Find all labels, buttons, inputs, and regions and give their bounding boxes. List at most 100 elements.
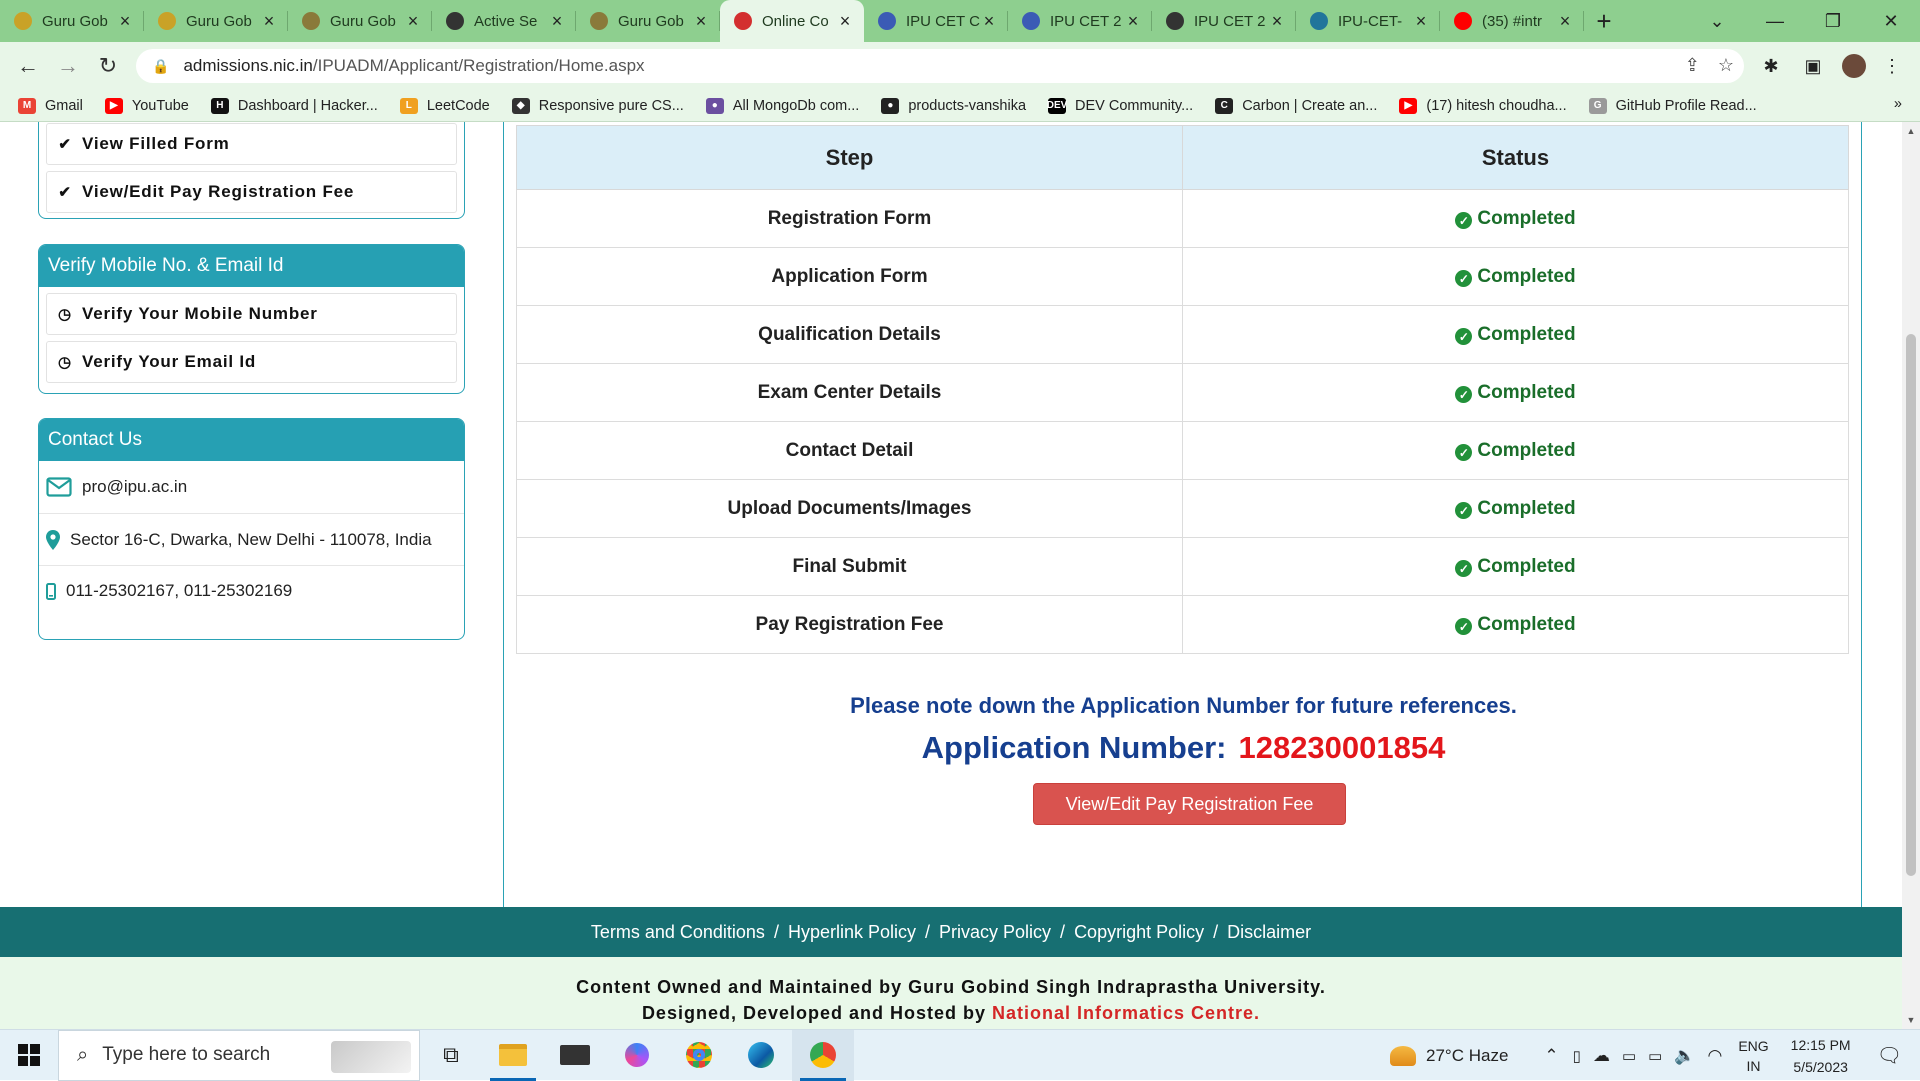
bookmark-favicon-icon: ▶	[1399, 97, 1418, 114]
language-indicator[interactable]: ENG IN	[1738, 1036, 1768, 1076]
form-actions-card: ✔ View Filled Form ✔ View/Edit Pay Regis…	[38, 122, 465, 219]
tab-close-icon[interactable]: ×	[692, 11, 710, 32]
bookmark-label: LeetCode	[426, 97, 490, 114]
browser-tab[interactable]: IPU CET C ×	[864, 0, 1008, 42]
tray-overflow-icon[interactable]: ⌃	[1544, 1046, 1558, 1066]
bookmark-item[interactable]: ◆ Responsive pure CS...	[511, 97, 684, 114]
browser-tab[interactable]: Guru Gob ×	[576, 0, 720, 42]
extensions-icon[interactable]: ✱	[1755, 50, 1787, 82]
verify-mobile-label: Verify Your Mobile Number	[82, 304, 318, 323]
share-icon[interactable]: ⇪	[1685, 55, 1700, 76]
bookmark-favicon-icon: H	[210, 97, 229, 114]
tab-close-icon[interactable]: ×	[1556, 11, 1574, 32]
footer-link[interactable]: Privacy Policy	[939, 922, 1051, 943]
tab-close-icon[interactable]: ×	[404, 11, 422, 32]
chrome-profile-icon[interactable]	[792, 1029, 854, 1081]
display-icon[interactable]: ▭	[1622, 1047, 1636, 1065]
browser-tab[interactable]: IPU CET 2 ×	[1008, 0, 1152, 42]
bookmark-item[interactable]: ▶ YouTube	[104, 97, 189, 114]
application-number-note: Please note down the Application Number …	[850, 693, 1517, 718]
envelope-icon	[46, 477, 72, 497]
tab-close-icon[interactable]: ×	[260, 11, 278, 32]
bookmark-item[interactable]: ▶ (17) hitesh choudha...	[1399, 97, 1567, 114]
tab-search-icon[interactable]: ⌄	[1688, 0, 1746, 42]
profile-avatar[interactable]	[1838, 50, 1870, 82]
tab-close-icon[interactable]: ×	[836, 11, 854, 32]
browser-menu-icon[interactable]: ⋮	[1876, 50, 1908, 82]
footer-link[interactable]: Hyperlink Policy	[788, 922, 916, 943]
taskbar-search-input[interactable]: ⌕ Type here to search	[58, 1029, 420, 1081]
notifications-icon[interactable]: 🗨	[1877, 1043, 1902, 1068]
sidepanel-icon[interactable]: ▣	[1797, 50, 1829, 82]
clock[interactable]: 12:15 PM 5/5/2023	[1791, 1034, 1851, 1078]
browser-tab[interactable]: Guru Gob ×	[144, 0, 288, 42]
battery-icon[interactable]: ▭	[1648, 1047, 1662, 1065]
wifi-icon[interactable]: ◠	[1707, 1046, 1722, 1066]
tab-close-icon[interactable]: ×	[980, 11, 998, 32]
tab-close-icon[interactable]: ×	[548, 11, 566, 32]
nic-link[interactable]: National Informatics Centre.	[992, 1003, 1260, 1023]
bookmark-item[interactable]: C Carbon | Create an...	[1215, 97, 1377, 114]
clock-time: 12:15 PM	[1790, 1036, 1851, 1053]
tab-close-icon[interactable]: ×	[1124, 11, 1142, 32]
tab-close-icon[interactable]: ×	[1268, 11, 1286, 32]
browser-tab[interactable]: Online Co ×	[720, 0, 864, 42]
bookmark-item[interactable]: M Gmail	[18, 97, 83, 114]
chrome-icon[interactable]	[668, 1030, 730, 1081]
forward-icon[interactable]: →	[48, 46, 88, 86]
new-tab-icon[interactable]: +	[1584, 0, 1624, 42]
file-explorer-icon[interactable]	[482, 1030, 544, 1081]
bookmark-item[interactable]: G GitHub Profile Read...	[1588, 97, 1757, 114]
bookmark-star-icon[interactable]: ☆	[1718, 55, 1734, 76]
view-edit-fee-link[interactable]: ✔ View/Edit Pay Registration Fee	[46, 171, 457, 213]
registration-steps-table: Step Status Registration Form ✓ Completed A…	[516, 125, 1849, 654]
scrollbar-thumb[interactable]	[1906, 334, 1916, 876]
more-bookmarks-icon[interactable]: »	[1894, 96, 1902, 112]
mail-icon[interactable]	[544, 1030, 606, 1081]
windows-taskbar: ⌕ Type here to search ⧉ 27°C Haze ⌃ ▯ ☁ …	[0, 1029, 1920, 1081]
reload-icon[interactable]: ↻	[88, 46, 128, 86]
windows-start-icon[interactable]	[0, 1030, 58, 1081]
task-view-icon[interactable]: ⧉	[420, 1030, 482, 1081]
page-scrollbar[interactable]: ▲ ▼	[1902, 122, 1920, 1029]
back-icon[interactable]: ←	[8, 46, 48, 86]
bookmark-item[interactable]: ● products-vanshika	[881, 97, 1026, 114]
page-content: ✔ View Filled Form ✔ View/Edit Pay Regis…	[0, 122, 1902, 1029]
tab-close-icon[interactable]: ×	[1412, 11, 1430, 32]
browser-tab[interactable]: IPU CET 2 ×	[1152, 0, 1296, 42]
tab-close-icon[interactable]: ×	[116, 11, 134, 32]
edge-icon[interactable]	[730, 1030, 792, 1081]
bookmark-label: All MongoDb com...	[732, 97, 860, 114]
close-window-icon[interactable]: ✕	[1862, 0, 1920, 42]
tab-favicon-icon	[158, 12, 176, 30]
cloud-icon[interactable]: ☁	[1593, 1046, 1610, 1066]
bookmark-item[interactable]: ● All MongoDb com...	[705, 97, 860, 114]
restore-icon[interactable]: ❐	[1804, 0, 1862, 42]
contact-email[interactable]: pro@ipu.ac.in	[82, 477, 187, 497]
bookmark-item[interactable]: H Dashboard | Hacker...	[210, 97, 378, 114]
footer-link[interactable]: Disclaimer	[1227, 922, 1311, 943]
browser-tab[interactable]: Guru Gob ×	[0, 0, 144, 42]
weather-text[interactable]: 27°C Haze	[1426, 1046, 1508, 1066]
footer-link[interactable]: Terms and Conditions	[591, 922, 765, 943]
minimize-icon[interactable]: —	[1746, 0, 1804, 42]
bookmark-favicon-icon: M	[18, 97, 36, 114]
browser-tab[interactable]: Active Se ×	[432, 0, 576, 42]
verify-email-link[interactable]: ◷ Verify Your Email Id	[46, 341, 457, 383]
browser-tab[interactable]: Guru Gob ×	[288, 0, 432, 42]
view-filled-form-link[interactable]: ✔ View Filled Form	[46, 123, 457, 165]
bookmark-item[interactable]: DEV DEV Community...	[1047, 97, 1193, 114]
copilot-icon[interactable]	[606, 1030, 668, 1081]
bookmark-item[interactable]: L LeetCode	[399, 97, 490, 114]
browser-tab[interactable]: IPU-CET- ×	[1296, 0, 1440, 42]
volume-icon[interactable]: 🔈	[1674, 1046, 1695, 1066]
footer-link[interactable]: Copyright Policy	[1074, 922, 1204, 943]
scroll-up-arrow[interactable]: ▲	[1902, 126, 1920, 136]
scroll-down-arrow[interactable]: ▼	[1902, 1015, 1920, 1025]
tray-device-icon[interactable]: ▯	[1573, 1047, 1581, 1065]
browser-tab[interactable]: (35) #intr ×	[1440, 0, 1584, 42]
view-edit-fee-button[interactable]: View/Edit Pay Registration Fee	[1033, 783, 1346, 825]
verify-mobile-link[interactable]: ◷ Verify Your Mobile Number	[46, 293, 457, 335]
url-input[interactable]: 🔒 admissions.nic.in/IPUADM/Applicant/Reg…	[136, 49, 1744, 83]
status-text: Completed	[1477, 323, 1576, 345]
